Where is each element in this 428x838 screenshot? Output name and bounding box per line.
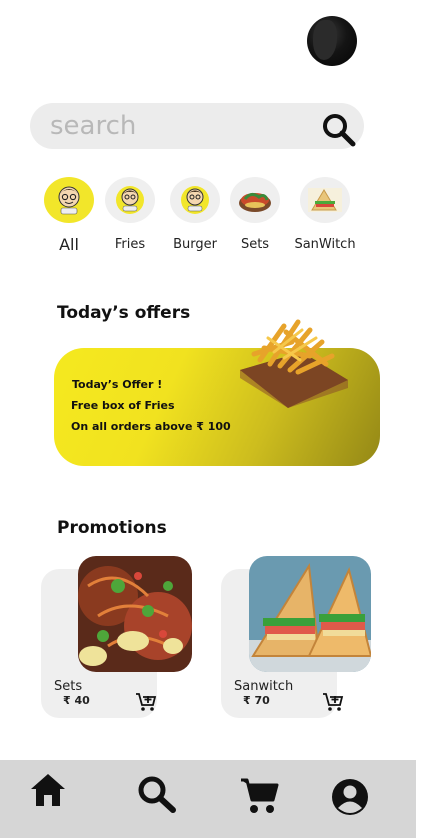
nav-account-button[interactable] [331,778,369,820]
category-all[interactable]: All [39,177,99,254]
cart-plus-icon [136,693,157,711]
search-bar[interactable] [30,103,364,149]
category-fries-icon-circle [105,177,155,223]
promo-name: Sanwitch [234,679,294,694]
category-label: SanWitch [294,237,356,252]
category-label: Sets [240,237,270,252]
category-fries[interactable]: Fries [100,177,160,252]
category-label: All [59,235,79,254]
sandwich-icon [308,188,342,212]
category-sanwitch[interactable]: SanWitch [289,177,361,252]
home-icon [31,774,65,806]
add-to-cart-button[interactable] [135,692,157,712]
sets-food-icon [239,192,271,212]
promo-image-sanwitch [249,556,371,672]
category-sets-icon-circle [230,177,280,223]
avatar-photo [313,20,337,60]
offer-line: Free box of Fries [71,399,175,412]
cart-plus-icon [323,693,344,711]
offer-text: Today’s Offer ! Free box of Fries On all… [71,374,231,437]
promo-price: ₹ 40 [63,694,90,707]
offers-heading: Today’s offers [57,303,191,323]
search-button[interactable] [320,112,358,148]
promo-name: Sets [54,679,83,694]
sets-food-image [78,556,192,672]
category-burger[interactable]: Burger [164,177,226,252]
nav-search-button[interactable] [137,775,177,817]
promo-price: ₹ 70 [243,694,270,707]
profile-avatar[interactable] [307,16,357,66]
mascot-logo-icon [58,186,80,215]
category-all-icon-circle [44,177,94,223]
offer-line: On all orders above ₹ 100 [71,420,231,433]
account-icon [332,779,368,815]
promotions-heading: Promotions [57,518,167,538]
mascot-logo-icon [116,186,144,214]
promo-image-sets [78,556,192,672]
category-label: Burger [173,237,217,252]
nav-cart-button[interactable] [240,776,280,820]
cart-icon [241,778,279,813]
search-icon [323,114,356,147]
sandwich-image [249,556,371,672]
category-label: Fries [114,237,146,252]
nav-home-button[interactable] [29,772,67,812]
fries-image [240,319,348,408]
search-icon [138,776,176,813]
offer-title: Today’s Offer ! [72,378,163,391]
add-to-cart-button[interactable] [322,692,344,712]
category-sanwitch-icon-circle [300,177,350,223]
category-sets[interactable]: Sets [229,177,281,252]
category-burger-icon-circle [170,177,220,223]
mascot-logo-icon [181,186,209,214]
search-input[interactable] [50,111,300,141]
